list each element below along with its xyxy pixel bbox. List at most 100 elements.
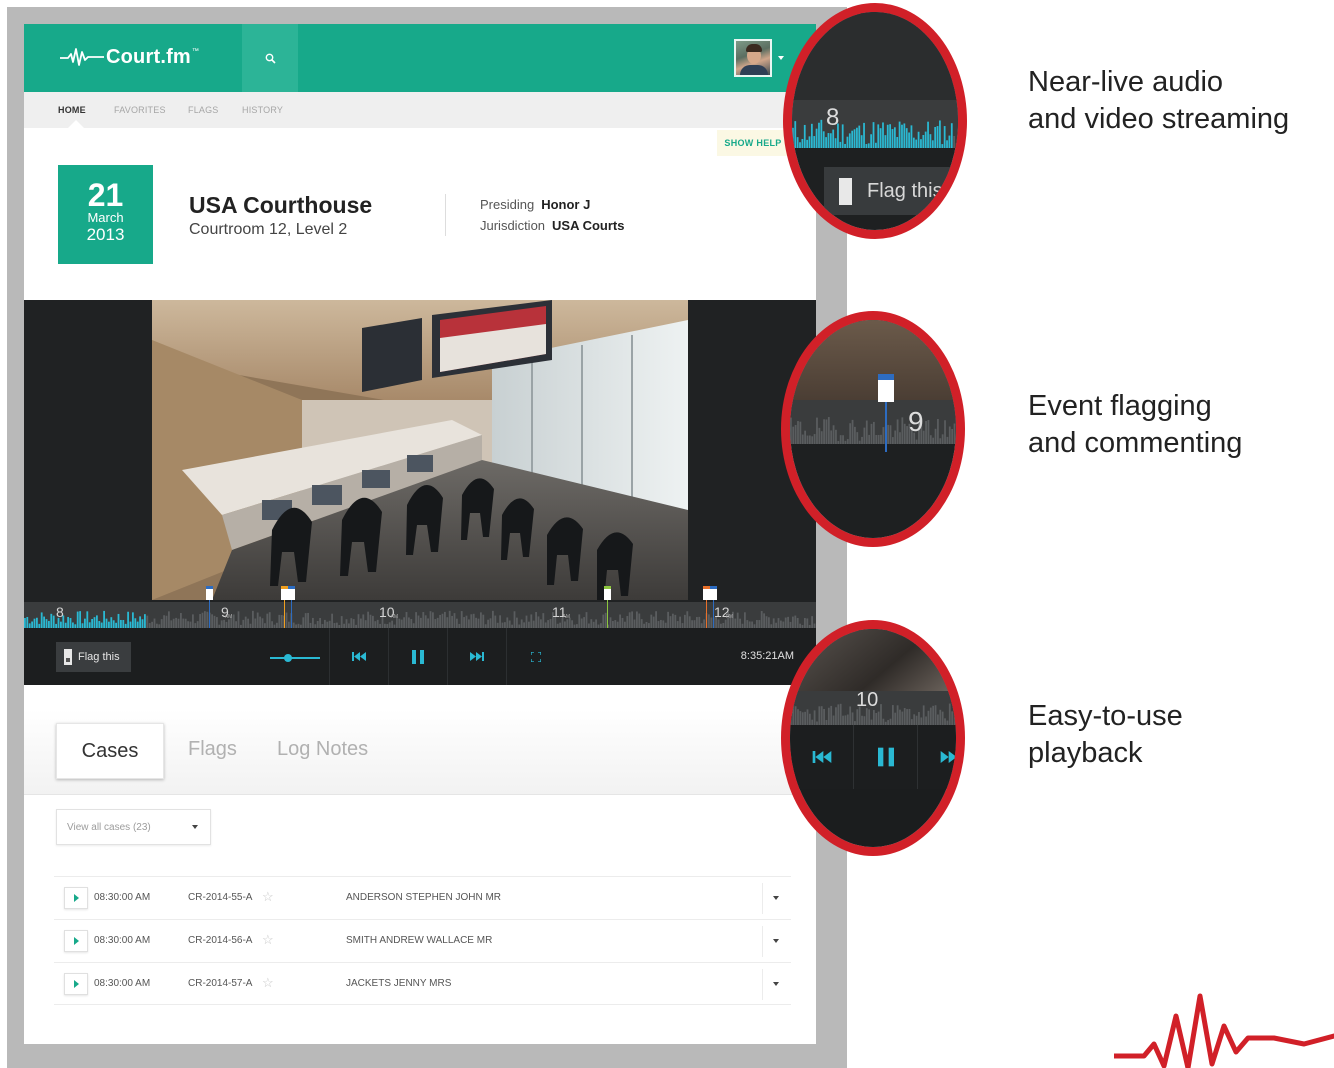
flag-icon — [839, 177, 852, 205]
presiding-label: Presiding — [480, 197, 535, 212]
brand-waveform-icon — [1114, 993, 1334, 1068]
callout-caption-flagging: Event flagging and commenting — [1028, 390, 1243, 459]
jurisdiction-row: Jurisdiction USA Courts — [480, 218, 625, 233]
court-name: USA Courthouse — [189, 192, 373, 218]
timeline-flag-marker[interactable] — [710, 586, 717, 628]
play-case-button[interactable] — [64, 973, 88, 995]
skip-back-button[interactable] — [330, 628, 388, 685]
search-icon — [265, 53, 276, 64]
callout-caption-playback: Easy-to-use playback — [1028, 700, 1183, 769]
pause-icon — [854, 725, 918, 789]
case-filter-select[interactable]: View all cases (23) — [56, 809, 211, 845]
user-menu[interactable] — [734, 38, 792, 78]
main-nav: HOME FAVORITES FLAGS HISTORY — [24, 92, 816, 128]
playback-clock: 8:35:21AM — [740, 650, 794, 662]
skip-forward-button[interactable] — [448, 628, 506, 685]
presiding-value: Honor J — [541, 197, 591, 212]
case-number: CR-2014-56-A — [188, 935, 253, 946]
play-icon — [74, 937, 79, 945]
star-icon[interactable]: ☆ — [262, 975, 274, 991]
volume-slider[interactable] — [270, 654, 320, 662]
timeline-flag-marker[interactable] — [206, 586, 213, 628]
timeline-flag-marker[interactable] — [288, 586, 295, 628]
date-month: March — [87, 210, 124, 225]
callout-playback-zoom: 10 — [781, 620, 965, 856]
table-row[interactable]: 08:30:00 AM CR-2014-57-A ☆ JACKETS JENNY… — [54, 962, 791, 1005]
tab-flags[interactable]: Flags — [188, 738, 237, 761]
timeline-hour-label: 8 — [826, 104, 840, 131]
timeline-flag-marker[interactable] — [604, 586, 611, 628]
chevron-down-icon[interactable] — [773, 939, 779, 943]
courtroom-video-frame[interactable] — [152, 300, 688, 600]
volume-knob[interactable] — [284, 654, 292, 662]
logo[interactable]: Court.fm ™ — [60, 42, 199, 72]
tab-cases[interactable]: Cases — [56, 723, 164, 779]
app-frame: Court.fm ™ HOME FAVORITES FLAGS HISTORY … — [7, 7, 847, 1068]
case-number: CR-2014-55-A — [188, 892, 253, 903]
chevron-down-icon[interactable] — [778, 56, 784, 60]
video-player[interactable]: 8 9AM 10AM 11AM 12PM Flag this 8:35:21AM — [24, 300, 816, 685]
date-year: 2013 — [86, 225, 125, 244]
skip-back-icon — [790, 725, 854, 789]
session-date: 21 March 2013 — [58, 165, 153, 264]
audio-waveform — [790, 417, 956, 444]
player-controls: Flag this 8:35:21AM — [24, 628, 816, 685]
star-icon[interactable]: ☆ — [262, 889, 274, 905]
active-tab-pointer — [68, 120, 84, 128]
callout-flagging-zoom: 9 — [781, 311, 965, 547]
play-icon — [74, 980, 79, 988]
chevron-down-icon — [192, 825, 198, 829]
audio-waveform — [792, 119, 958, 148]
nav-tab-flags[interactable]: FLAGS — [188, 105, 219, 115]
avatar[interactable] — [734, 39, 772, 77]
flag-icon — [64, 649, 72, 665]
case-time: 08:30:00 AM — [94, 978, 151, 989]
case-number: CR-2014-57-A — [188, 978, 253, 989]
play-case-button[interactable] — [64, 930, 88, 952]
search-button[interactable] — [242, 24, 298, 92]
skip-forward-icon — [918, 725, 956, 789]
tab-log-notes[interactable]: Log Notes — [277, 738, 368, 761]
flag-this-button[interactable]: Flag this — [56, 642, 131, 672]
flag-this-label: Flag this — [78, 651, 120, 663]
timeline-flag-marker[interactable] — [703, 586, 710, 628]
nav-tab-favorites[interactable]: FAVORITES — [114, 105, 166, 115]
court-fm-app: Court.fm ™ HOME FAVORITES FLAGS HISTORY … — [24, 24, 816, 1044]
date-day: 21 — [87, 177, 124, 213]
timeline-flag-marker[interactable] — [281, 586, 288, 628]
audio-waveform — [24, 610, 816, 628]
skip-forward-icon — [470, 652, 484, 661]
fullscreen-button[interactable] — [507, 628, 565, 685]
play-case-button[interactable] — [64, 887, 88, 909]
timeline-flag-marker — [878, 374, 894, 452]
case-party-name: ANDERSON STEPHEN JOHN MR — [346, 892, 502, 903]
timeline-hour-8: 8 — [56, 604, 64, 620]
case-party-name: JACKETS JENNY MRS — [346, 978, 452, 989]
pause-button[interactable] — [389, 628, 447, 685]
nav-tab-home[interactable]: HOME — [58, 105, 86, 115]
trademark: ™ — [191, 47, 199, 55]
presiding-row: Presiding Honor J — [480, 197, 590, 212]
logo-text: Court.fm — [106, 45, 191, 68]
chevron-down-icon[interactable] — [773, 982, 779, 986]
show-help-button[interactable]: SHOW HELP — [717, 130, 789, 156]
star-icon[interactable]: ☆ — [262, 932, 274, 948]
play-icon — [74, 894, 79, 902]
table-row[interactable]: 08:30:00 AM CR-2014-55-A ☆ ANDERSON STEP… — [54, 876, 791, 919]
table-row[interactable]: 08:30:00 AM CR-2014-56-A ☆ SMITH ANDREW … — [54, 919, 791, 962]
pause-icon — [412, 649, 424, 664]
court-room: Courtroom 12, Level 2 — [189, 221, 348, 238]
info-divider — [445, 194, 446, 236]
chevron-down-icon[interactable] — [773, 896, 779, 900]
case-filter-value: View all cases (23) — [67, 821, 151, 833]
timeline-scrubber[interactable]: 8 9AM 10AM 11AM 12PM — [24, 586, 816, 628]
courtroom-scene-image — [152, 300, 688, 600]
jurisdiction-value: USA Courts — [552, 218, 625, 233]
fullscreen-icon — [531, 651, 541, 662]
timeline-hour-label: 10 — [856, 689, 879, 711]
cases-table: 08:30:00 AM CR-2014-55-A ☆ ANDERSON STEP… — [54, 876, 791, 1005]
callout-caption-streaming: Near-live audio and video streaming — [1028, 66, 1290, 135]
timeline-hour-10: 10AM — [379, 604, 399, 620]
case-party-name: SMITH ANDREW WALLACE MR — [346, 935, 493, 946]
nav-tab-history[interactable]: HISTORY — [242, 105, 283, 115]
